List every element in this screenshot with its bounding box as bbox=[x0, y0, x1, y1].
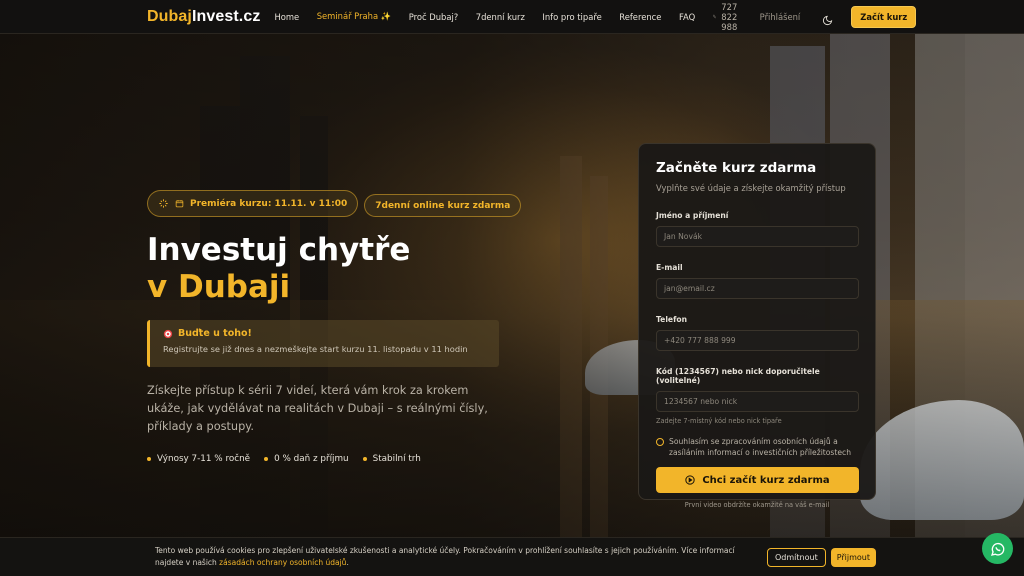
phone-field[interactable]: +420 777 888 999 bbox=[656, 330, 859, 351]
cookie-accept-button[interactable]: Přijmout bbox=[830, 547, 877, 567]
privacy-policy-link[interactable]: zásadách ochrany osobních údajů bbox=[219, 558, 346, 567]
sparkle-icon bbox=[159, 199, 168, 208]
phone-icon bbox=[712, 14, 717, 19]
nav-phone-number: 727 822 988 bbox=[721, 1, 738, 32]
notice-text: Registrujte se již dnes a nezmeškejte st… bbox=[163, 344, 468, 354]
site-logo[interactable]: DubajInvest.cz bbox=[147, 8, 260, 26]
phone-label: Telefon bbox=[656, 315, 688, 324]
target-icon bbox=[163, 329, 173, 338]
benefit-list: Výnosy 7-11 % ročně 0 % daň z příjmu Sta… bbox=[147, 454, 421, 464]
form-footnote: První video obdržíte okamžitě na váš e-m… bbox=[684, 501, 830, 509]
moon-icon bbox=[823, 15, 833, 25]
cookie-text: Tento web používá cookies pro zlepšení u… bbox=[155, 546, 735, 567]
benefit-item: Stabilní trh bbox=[362, 454, 421, 464]
hero-title: Investuj chytře v Dubaji bbox=[147, 232, 410, 306]
consent-text: Souhlasím se zpracováním osobních údajů … bbox=[669, 437, 852, 457]
nav-item-faq[interactable]: FAQ bbox=[679, 12, 695, 22]
consent-checkbox-row[interactable]: Souhlasím se zpracováním osobních údajů … bbox=[656, 436, 858, 458]
name-field[interactable]: Jan Novák bbox=[656, 226, 859, 247]
login-link[interactable]: Přihlášení bbox=[760, 12, 801, 22]
name-label: Jméno a příjmení bbox=[656, 211, 729, 220]
nav-menu: Home Seminář Praha ✨ Proč Dubaj? 7denní … bbox=[274, 11, 712, 22]
nav-item-seminar-praha[interactable]: Seminář Praha ✨ bbox=[317, 11, 392, 22]
top-navigation: DubajInvest.cz Home Seminář Praha ✨ Proč… bbox=[0, 0, 1024, 34]
form-subtitle: Vyplňte své údaje a získejte okamžitý př… bbox=[656, 183, 846, 193]
submit-button[interactable]: Chci začít kurz zdarma bbox=[656, 467, 859, 493]
email-label: E-mail bbox=[656, 263, 683, 272]
hero-title-line2: v Dubaji bbox=[147, 269, 291, 305]
nav-phone-link[interactable]: 727 822 988 bbox=[712, 1, 743, 32]
cookie-decline-button[interactable]: Odmítnout bbox=[767, 547, 826, 567]
start-course-button[interactable]: Začít kurz bbox=[851, 5, 917, 28]
calendar-icon bbox=[175, 200, 184, 208]
whatsapp-button[interactable] bbox=[982, 533, 1013, 564]
consent-checkbox[interactable] bbox=[656, 438, 664, 446]
premiere-badge: Premiéra kurzu: 11.11. v 11:00 bbox=[147, 190, 359, 217]
nav-item-proc-dubaj[interactable]: Proč Dubaj? bbox=[409, 12, 459, 22]
notice-box: Buďte u toho! Registrujte se již dnes a … bbox=[147, 320, 499, 367]
referral-code-field[interactable]: 1234567 nebo nick bbox=[656, 391, 859, 412]
hero-badges: Premiéra kurzu: 11.11. v 11:00 7denní on… bbox=[147, 190, 522, 217]
cookie-banner: Tento web používá cookies pro zlepšení u… bbox=[0, 537, 1024, 576]
play-icon bbox=[685, 475, 696, 485]
hero-description: Získejte přístup k sérii 7 videí, která … bbox=[147, 384, 488, 433]
submit-button-label: Chci začít kurz zdarma bbox=[702, 474, 830, 486]
nav-item-home[interactable]: Home bbox=[274, 12, 299, 22]
nav-item-info-pro-tipare[interactable]: Info pro tipaře bbox=[542, 12, 601, 22]
form-title: Začněte kurz zdarma bbox=[656, 160, 817, 176]
hero-title-line1: Investuj chytře bbox=[147, 232, 411, 268]
free-course-badge: 7denní online kurz zdarma bbox=[364, 194, 522, 217]
premiere-badge-label: Premiéra kurzu: 11.11. v 11:00 bbox=[190, 198, 348, 209]
free-course-badge-label: 7denní online kurz zdarma bbox=[375, 200, 511, 211]
email-field[interactable]: jan@email.cz bbox=[656, 278, 859, 299]
benefit-item: 0 % daň z příjmu bbox=[264, 454, 349, 464]
notice-title: Buďte u toho! bbox=[163, 328, 486, 339]
nav-item-7denni-kurz[interactable]: 7denní kurz bbox=[476, 12, 525, 22]
benefit-item: Výnosy 7-11 % ročně bbox=[147, 454, 250, 464]
referral-code-hint: Zadejte 7-místný kód nebo nick tipaře bbox=[656, 417, 782, 425]
registration-form: Začněte kurz zdarma Vyplňte své údaje a … bbox=[638, 143, 876, 509]
nav-item-reference[interactable]: Reference bbox=[619, 12, 661, 22]
notice-title-text: Buďte u toho! bbox=[178, 328, 252, 339]
referral-code-label: Kód (1234567) nebo nick doporučitele (vo… bbox=[656, 367, 820, 385]
whatsapp-icon bbox=[990, 542, 1004, 556]
theme-toggle[interactable] bbox=[822, 11, 833, 25]
